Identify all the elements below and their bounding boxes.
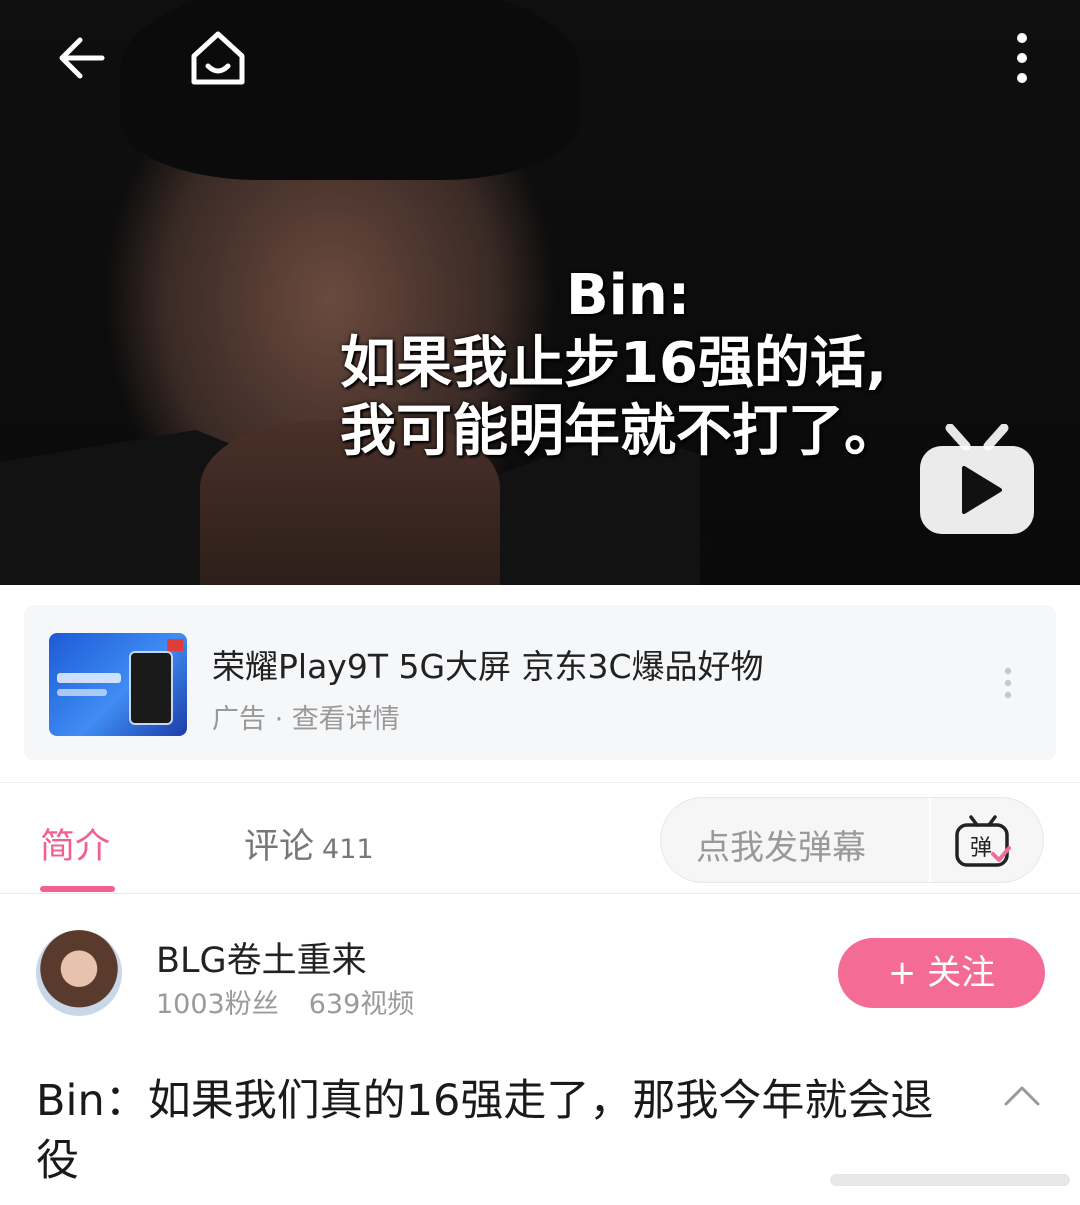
ad-more-icon[interactable] [998, 665, 1018, 705]
fans-count: 1003粉丝 [156, 989, 279, 1020]
video-count: 639视频 [308, 989, 415, 1020]
uploader-stats: 1003粉丝 639视频 [156, 982, 414, 1021]
ad-thumb-tag [167, 639, 183, 651]
section-divider [0, 782, 1080, 783]
tab-active-indicator [40, 886, 115, 892]
follow-button[interactable]: + 关注 [838, 938, 1045, 1008]
more-vertical-icon[interactable] [1004, 30, 1040, 86]
ad-card[interactable]: 荣耀Play9T 5G大屏 京东3C爆品好物 广告 · 查看详情 [24, 605, 1056, 760]
video-description: Bin：如果我们真的16强走了，那我今年就会退役 [36, 1076, 934, 1186]
tab-intro[interactable]: 简介 [40, 818, 110, 869]
watermark-mark [830, 1174, 1070, 1186]
tab-comments[interactable]: 评论 411 [244, 818, 374, 869]
danmaku-glyph: 弹 [970, 836, 992, 861]
video-player[interactable]: Bin: 如果我止步16强的话, 我可能明年就不打了。 [0, 0, 1080, 585]
subtitle-line-3: 我可能明年就不打了。 [340, 399, 900, 464]
uploader-name[interactable]: BLG卷土重来 [156, 932, 367, 983]
ad-thumbnail [49, 633, 187, 736]
avatar[interactable] [36, 930, 122, 1016]
danmaku-separator [929, 798, 931, 882]
danmaku-placeholder[interactable]: 点我发弹幕 [696, 820, 866, 869]
ad-title: 荣耀Play9T 5G大屏 京东3C爆品好物 [212, 647, 764, 686]
subtitle-line-1: Bin: [566, 263, 691, 328]
tabs-divider [0, 893, 1080, 894]
comments-count: 411 [322, 834, 374, 865]
chevron-up-icon[interactable] [1002, 1082, 1042, 1108]
tab-comments-label: 评论 [244, 827, 315, 867]
home-icon[interactable] [186, 26, 250, 90]
danmaku-input[interactable]: 点我发弹幕 弹 [660, 797, 1044, 883]
subtitle-line-2: 如果我止步16强的话, [340, 331, 888, 396]
back-arrow-icon[interactable] [54, 30, 110, 86]
ad-thumb-banner-2 [57, 689, 107, 696]
ad-thumb-phone [129, 651, 173, 725]
tv-play-icon[interactable] [916, 424, 1038, 536]
ad-subtitle[interactable]: 广告 · 查看详情 [212, 697, 400, 736]
ad-thumb-banner [57, 673, 121, 683]
video-subtitle: Bin: 如果我止步16强的话, 我可能明年就不打了。 [340, 262, 980, 466]
danmaku-icon[interactable]: 弹 [953, 814, 1013, 870]
